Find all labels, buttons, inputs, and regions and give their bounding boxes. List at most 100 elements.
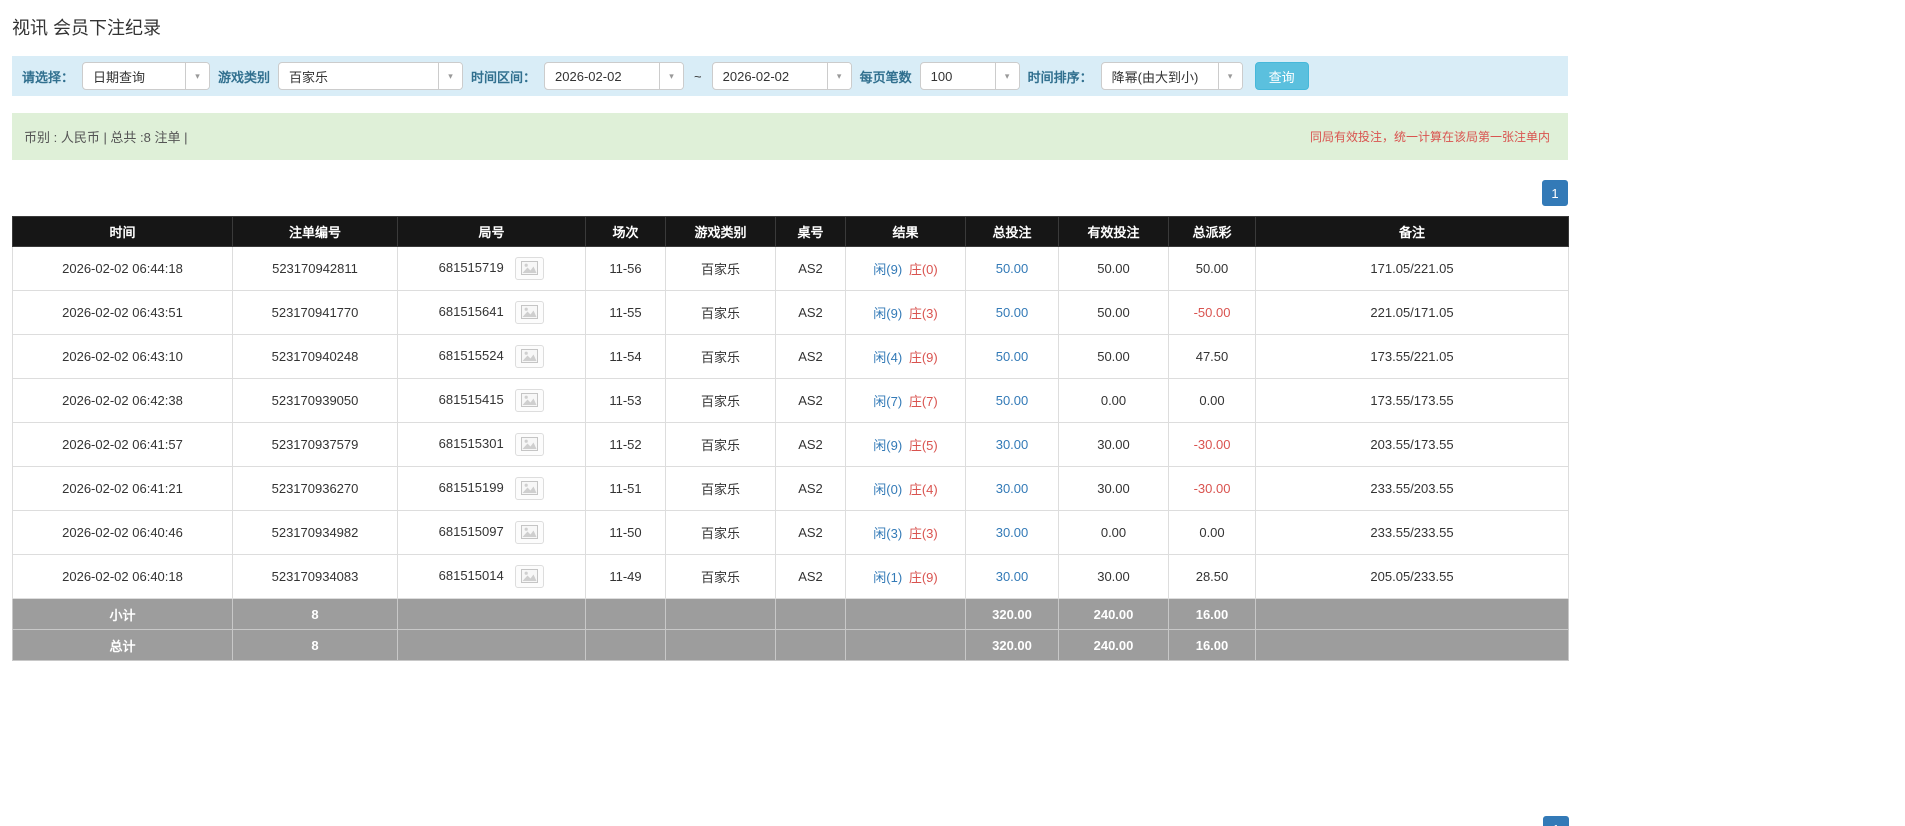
total-label: 总计 (12, 629, 233, 661)
cell-session: 11-53 (585, 378, 666, 423)
result-banker: 庄(0) (908, 262, 938, 277)
cell-valid-bet: 0.00 (1058, 510, 1169, 555)
cell-bet-id: 523170939050 (232, 378, 398, 423)
cell-total-bet[interactable]: 50.00 (965, 246, 1059, 291)
cell-total-bet[interactable]: 30.00 (965, 466, 1059, 511)
round-replay-image-icon[interactable] (515, 345, 545, 368)
betting-records-table: 时间 注单编号 局号 场次 游戏类别 桌号 结果 总投注 有效投注 总派彩 备注… (12, 216, 1569, 661)
cell-round-id: 681515097 (397, 510, 586, 555)
table-row: 2026-02-02 06:44:18 523170942811 6815157… (12, 246, 1569, 291)
table-row: 2026-02-02 06:40:46 523170934982 6815150… (12, 510, 1569, 555)
query-type-select[interactable]: 日期查询 ▾ (82, 62, 211, 90)
round-number: 681515524 (438, 347, 504, 363)
cell-table-no: AS2 (775, 554, 846, 599)
chevron-down-icon[interactable]: ▾ (994, 63, 1019, 89)
cell-round-id: 681515014 (397, 554, 586, 599)
chevron-down-icon[interactable]: ▾ (826, 63, 851, 89)
subtotal-payout: 16.00 (1168, 598, 1256, 630)
subtotal-label: 小计 (12, 598, 233, 630)
cell-session: 11-52 (585, 422, 666, 467)
cell-game-type: 百家乐 (665, 378, 776, 423)
cell-remark: 173.55/173.55 (1255, 378, 1569, 423)
header-valid-bet: 有效投注 (1058, 216, 1169, 247)
cell-valid-bet: 30.00 (1058, 466, 1169, 511)
game-type-select[interactable]: 百家乐 ▾ (278, 62, 464, 90)
header-result: 结果 (845, 216, 966, 247)
game-type-value: 百家乐 (289, 69, 329, 85)
round-number: 681515301 (438, 435, 504, 451)
round-number: 681515641 (438, 303, 504, 319)
cell-time: 2026-02-02 06:42:38 (12, 378, 233, 423)
page-1-button[interactable]: 1 (1542, 180, 1568, 206)
round-replay-image-icon[interactable] (515, 565, 545, 588)
cell-payout: 0.00 (1168, 378, 1256, 423)
cell-valid-bet: 50.00 (1058, 246, 1169, 291)
sort-order-value: 降幂(由大到小) (1111, 69, 1199, 85)
date-from-select[interactable]: 2026-02-02 ▾ (544, 62, 685, 90)
round-replay-image-icon[interactable] (515, 477, 545, 500)
cell-game-type: 百家乐 (665, 554, 776, 599)
table-row: 2026-02-02 06:43:10 523170940248 6815155… (12, 334, 1569, 379)
table-row: 2026-02-02 06:41:57 523170937579 6815153… (12, 422, 1569, 467)
result-banker: 庄(4) (908, 482, 938, 497)
cell-table-no: AS2 (775, 510, 846, 555)
filter-bar: 请选择： 日期查询 ▾ 游戏类别 百家乐 ▾ 时间区间： 2026-02-02 … (12, 56, 1568, 96)
page-size-select[interactable]: 100 ▾ (919, 62, 1020, 90)
cell-payout: 0.00 (1168, 510, 1256, 555)
chevron-down-icon[interactable]: ▾ (659, 63, 684, 89)
cell-valid-bet: 0.00 (1058, 378, 1169, 423)
pagination-top: 1 (12, 180, 1568, 206)
cell-remark: 173.55/221.05 (1255, 334, 1569, 379)
cell-valid-bet: 50.00 (1058, 334, 1169, 379)
table-header: 时间 注单编号 局号 场次 游戏类别 桌号 结果 总投注 有效投注 总派彩 备注 (12, 216, 1569, 247)
sort-order-label: 时间排序： (1027, 69, 1093, 85)
round-replay-image-icon[interactable] (515, 433, 545, 456)
cell-payout: -50.00 (1168, 290, 1256, 335)
result-banker: 庄(3) (908, 526, 938, 541)
cell-total-bet[interactable]: 50.00 (965, 290, 1059, 335)
cell-total-bet[interactable]: 30.00 (965, 422, 1059, 467)
page-1-button[interactable]: 1 (1543, 816, 1569, 826)
cell-payout: -30.00 (1168, 466, 1256, 511)
round-replay-image-icon[interactable] (515, 257, 545, 280)
header-payout: 总派彩 (1168, 216, 1256, 247)
round-number: 681515014 (438, 567, 504, 583)
round-replay-image-icon[interactable] (515, 301, 545, 324)
table-row: 2026-02-02 06:42:38 523170939050 6815154… (12, 378, 1569, 423)
cell-total-bet[interactable]: 50.00 (965, 378, 1059, 423)
game-type-label: 游戏类别 (218, 69, 271, 85)
date-range-label: 时间区间： (471, 69, 537, 85)
header-time: 时间 (12, 216, 233, 247)
page-size-value: 100 (930, 68, 953, 84)
round-number: 681515199 (438, 479, 504, 495)
header-remark: 备注 (1255, 216, 1569, 247)
sort-order-select[interactable]: 降幂(由大到小) ▾ (1100, 62, 1243, 90)
table-row: 2026-02-02 06:43:51 523170941770 6815156… (12, 290, 1569, 335)
chevron-down-icon[interactable]: ▾ (1217, 63, 1242, 89)
cell-total-bet[interactable]: 50.00 (965, 334, 1059, 379)
cell-round-id: 681515199 (397, 466, 586, 511)
header-session: 场次 (585, 216, 666, 247)
search-button[interactable]: 查询 (1254, 62, 1309, 90)
query-type-value: 日期查询 (93, 69, 146, 85)
round-replay-image-icon[interactable] (515, 389, 545, 412)
cell-round-id: 681515641 (397, 290, 586, 335)
chevron-down-icon[interactable]: ▾ (438, 63, 463, 89)
cell-total-bet[interactable]: 30.00 (965, 510, 1059, 555)
cell-game-type: 百家乐 (665, 334, 776, 379)
subtotal-valid-bet: 240.00 (1058, 598, 1169, 630)
cell-total-bet[interactable]: 30.00 (965, 554, 1059, 599)
cell-round-id: 681515415 (397, 378, 586, 423)
round-replay-image-icon[interactable] (515, 521, 545, 544)
subtotal-total-bet: 320.00 (965, 598, 1059, 630)
subtotal-row: 小计 8 320.00 240.00 16.00 (12, 598, 1569, 630)
cell-table-no: AS2 (775, 466, 846, 511)
cell-bet-id: 523170941770 (232, 290, 398, 335)
chevron-down-icon[interactable]: ▾ (185, 63, 210, 89)
cell-time: 2026-02-02 06:44:18 (12, 246, 233, 291)
result-banker: 庄(9) (908, 350, 938, 365)
result-player: 闲(7) (873, 394, 903, 409)
date-to-select[interactable]: 2026-02-02 ▾ (711, 62, 852, 90)
header-bet-id: 注单编号 (232, 216, 398, 247)
page-size-label: 每页笔数 (859, 69, 912, 85)
